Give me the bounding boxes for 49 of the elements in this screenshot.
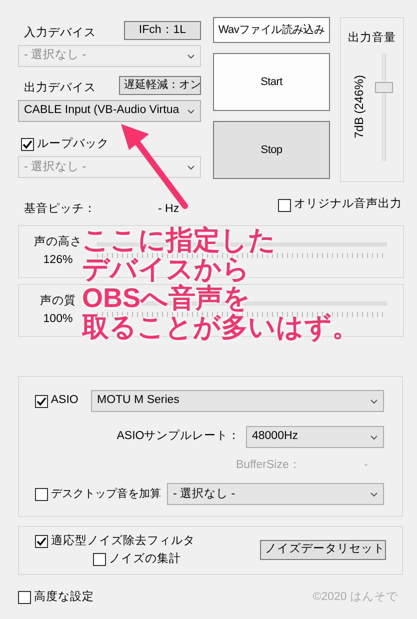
dropdown[interactable]: CABLE Input (VB-Audio Virtua xyxy=(18,100,201,122)
panel-title: 出力音量 xyxy=(348,30,396,46)
buffer-value: - xyxy=(364,458,368,473)
noise-reset-button[interactable]: ノイズデータリセット xyxy=(260,540,386,560)
checkbox[interactable] xyxy=(35,535,48,548)
button[interactable]: Wavファイル読み込み xyxy=(213,17,330,43)
checkbox-label: ASIO xyxy=(50,393,78,408)
latency-button[interactable]: 遅延軽減：オン xyxy=(119,76,201,95)
checkbox[interactable] xyxy=(93,552,106,566)
caret-icon xyxy=(370,492,378,497)
pitch-value: - Hz xyxy=(158,202,180,218)
checkbox[interactable] xyxy=(278,198,291,212)
checkbox-label: デスクトップ音を加算 xyxy=(50,486,161,502)
dropdown[interactable]: - 選択なし - xyxy=(167,483,384,506)
field-label: 入力デバイス xyxy=(24,26,96,41)
slider-reading: 100% xyxy=(43,312,73,326)
ifch-button[interactable]: IFch：1L xyxy=(124,21,201,40)
checkbox[interactable] xyxy=(35,488,48,501)
checkbox[interactable] xyxy=(18,591,31,604)
caret-icon xyxy=(370,434,378,440)
caret-icon xyxy=(187,164,195,170)
field-label: 基音ピッチ： xyxy=(22,201,97,218)
copyright-text: ©2020 はんそで xyxy=(312,590,398,605)
dropdown[interactable]: 48000Hz xyxy=(246,426,384,448)
slider-label: 声の質 xyxy=(40,294,76,310)
annotation-text: デバイスから xyxy=(82,255,250,284)
checkbox[interactable] xyxy=(35,394,48,408)
annotation-text: ここに指定した xyxy=(82,226,276,255)
checkbox-label: 適応型ノイズ除去フィルタ xyxy=(50,533,195,550)
caret-icon xyxy=(187,108,195,114)
checkbox-label: 高度な設定 xyxy=(34,589,94,605)
annotation-text: 取ることが多いはず。 xyxy=(82,313,359,342)
slider-reading: 126% xyxy=(43,252,73,268)
checkbox-label: オリジナル音声出力 xyxy=(294,196,402,212)
caret-icon xyxy=(187,54,195,58)
checkbox-label: ノイズの集計 xyxy=(108,551,181,566)
caret-icon xyxy=(370,398,378,404)
button[interactable]: Stop xyxy=(213,121,330,179)
slider-label: 声の高さ xyxy=(34,234,82,250)
checkbox[interactable] xyxy=(20,138,34,152)
slider-thumb[interactable] xyxy=(374,82,393,93)
dropdown[interactable]: MOTU M Series xyxy=(91,390,384,412)
field-label: 出力デバイス xyxy=(24,80,96,96)
field-label: ASIOサンプルレート： xyxy=(116,428,240,444)
button[interactable]: Start xyxy=(213,53,330,111)
volume-reading: 7dB (246%) xyxy=(351,74,368,138)
field-label: BufferSize： xyxy=(236,458,302,473)
checkbox-label: ループバック xyxy=(36,136,109,152)
annotation-text: OBSへ音声を xyxy=(82,284,251,313)
